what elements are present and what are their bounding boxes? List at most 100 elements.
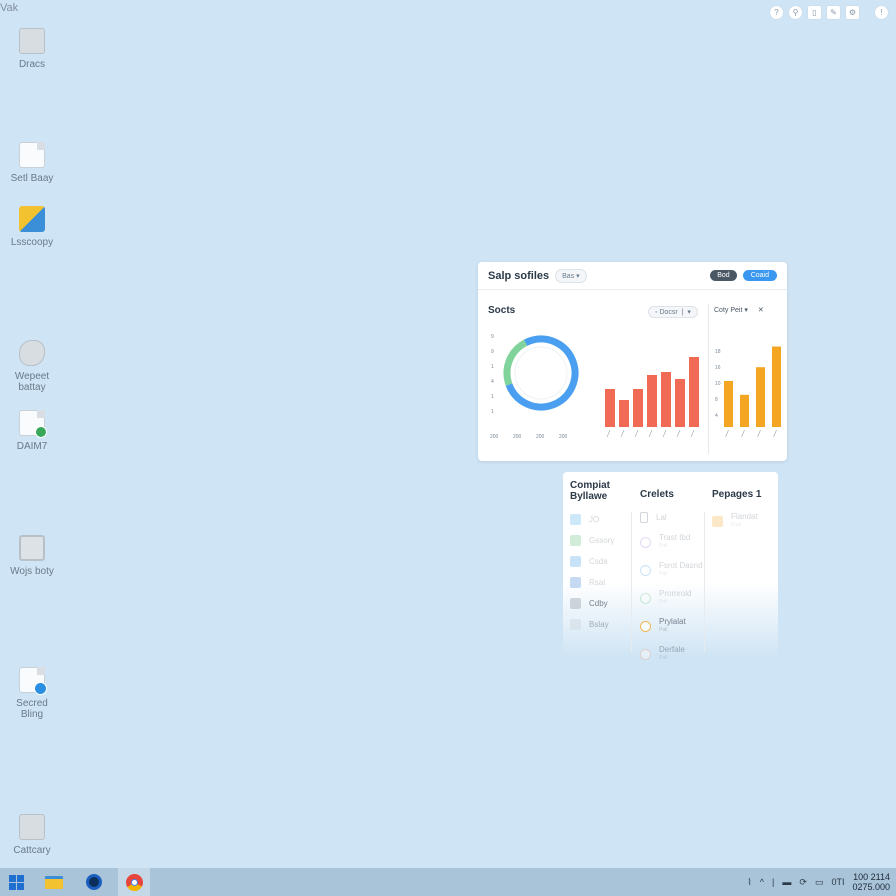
column-crelets: Crelets Lal Trast Ibd Pall Fsrot Dasnd Pafl P…	[640, 480, 703, 663]
bar	[605, 389, 615, 427]
column-title: Compiat Byllawe	[570, 480, 610, 502]
item-icon	[640, 648, 651, 660]
y-tick-label: 10	[715, 381, 721, 387]
browser-button[interactable]	[78, 868, 110, 896]
donut-inner-ring	[514, 346, 568, 400]
x-tick-mark	[773, 429, 777, 438]
links-panel: Compiat Byllawe JO Gssory Csda Rsal Cdby Bsla…	[563, 472, 778, 661]
bar	[724, 381, 733, 427]
item-label: Cdby	[589, 599, 608, 608]
item-label: Bslay	[589, 620, 609, 629]
clock[interactable]: 100 2114 0275.000	[852, 872, 890, 892]
list-item[interactable]: Trast Ibd Pall	[640, 533, 703, 551]
y-tick-label: 16	[715, 365, 721, 371]
taskbar: ⌇ ^ | ▬ ⟳ ▭ 0TI 100 2114 0275.000	[0, 868, 896, 896]
title-dropdown[interactable]: Bas ▾	[555, 268, 587, 283]
chevron-up-icon[interactable]: ^	[760, 877, 764, 887]
item-label: Derfale Pall	[659, 645, 685, 661]
desktop-icon[interactable]: Secred Bling	[4, 667, 60, 720]
y-tick-label: 4	[715, 413, 718, 419]
desktop-icon[interactable]: Cattcary	[4, 814, 60, 856]
column-title: Crelets	[640, 489, 674, 500]
settings-icon	[19, 535, 45, 561]
browser-icon	[86, 874, 102, 890]
tray-status-text: 0TI	[831, 877, 845, 887]
list-item[interactable]: Csda	[570, 556, 630, 567]
bar	[675, 379, 685, 427]
file-explorer-button[interactable]	[38, 868, 70, 896]
y-tick-label: 4	[491, 379, 494, 385]
right-filter-dropdown[interactable]: Coty Peit ▾	[714, 306, 748, 314]
item-label: Fsrot Dasnd Pafl	[659, 561, 703, 577]
start-button[interactable]	[0, 868, 32, 896]
help-icon[interactable]: ?	[770, 6, 783, 19]
chrome-icon	[125, 873, 143, 891]
item-sublabel: Pafl	[659, 571, 668, 577]
list-item[interactable]: Fsrot Dasnd Pafl	[640, 561, 703, 579]
list-item[interactable]: Promrold Pall	[640, 589, 703, 607]
x-tick-label: 200	[513, 434, 522, 440]
close-icon[interactable]: ✕	[758, 306, 764, 314]
desktop-icon[interactable]: Dracs	[4, 28, 60, 70]
item-label: Promrold Pall	[659, 589, 692, 605]
list-item[interactable]: Lal	[640, 512, 703, 523]
list-item[interactable]: Gssory	[570, 535, 630, 546]
list-item[interactable]: JO	[570, 514, 630, 525]
document-icon	[19, 28, 45, 54]
x-tick-mark	[725, 429, 729, 438]
section-filter-dropdown[interactable]: ◦ Docsr | ▾	[648, 306, 698, 318]
desktop-icon[interactable]: Setl Baay	[4, 142, 60, 184]
list-item[interactable]: Derfale Pall	[640, 645, 703, 663]
primary-button[interactable]: Coaid	[742, 270, 777, 281]
file-icon	[19, 814, 45, 840]
donut-slice	[503, 335, 579, 411]
x-tick-mark	[606, 429, 611, 438]
item-label: Rsal	[589, 578, 606, 587]
desktop-icon-label: DAIM7	[16, 441, 48, 452]
item-sublabel: Pall	[659, 543, 668, 549]
column-pepages: Pepages 1 Flandat Pual	[712, 480, 761, 530]
item-label: JO	[589, 515, 600, 524]
system-tray: ⌇ ^ | ▬ ⟳ ▭ 0TI 100 2114 0275.000	[747, 872, 896, 892]
desktop-icon[interactable]: DAIM7	[4, 410, 60, 452]
bar	[619, 400, 629, 427]
desktop-icon[interactable]: Wepeet battay	[4, 340, 60, 393]
item-icon	[570, 598, 581, 609]
list-item[interactable]: Rsal	[570, 577, 630, 588]
y-tick-label: 18	[715, 349, 721, 355]
list-item[interactable]: Cdby	[570, 598, 630, 609]
bar	[772, 346, 781, 427]
chrome-button[interactable]	[118, 868, 150, 896]
separator-icon: |	[772, 877, 775, 887]
list-item[interactable]: Flandat Pual	[712, 512, 761, 530]
item-sublabel: Pall	[659, 599, 668, 605]
list-item[interactable]: Bslay	[570, 619, 630, 630]
desktop-icon[interactable]: Lsscoopy	[4, 206, 60, 248]
item-icon	[570, 619, 581, 630]
settings-icon[interactable]: ⚙	[846, 6, 859, 19]
chat-icon[interactable]: ▬	[782, 877, 791, 887]
edit-icon[interactable]: ✎	[827, 6, 840, 19]
item-icon	[570, 514, 581, 525]
desktop-icon[interactable]: Wojs boty	[4, 535, 60, 577]
divider	[704, 512, 705, 652]
link-icon[interactable]: ⚲	[789, 6, 802, 19]
sync-icon[interactable]: ⟳	[799, 877, 807, 888]
desktop-corner-label: Vak	[0, 2, 19, 14]
item-label: Prylalat Pall	[659, 617, 686, 633]
battery-icon[interactable]: ▭	[815, 877, 824, 888]
item-icon	[570, 556, 581, 567]
item-sublabel: Pall	[659, 655, 668, 661]
item-icon	[640, 536, 651, 548]
network-icon[interactable]: ⌇	[747, 877, 751, 888]
app-icon	[19, 340, 45, 366]
secondary-button[interactable]: Bod	[710, 270, 737, 281]
list-item[interactable]: Prylalat Pall	[640, 617, 703, 635]
section-title: Socts	[488, 305, 516, 316]
x-tick-mark	[676, 429, 681, 438]
info-icon[interactable]: !	[875, 6, 888, 19]
item-sublabel: Pall	[659, 627, 668, 633]
x-tick-mark	[757, 429, 761, 438]
item-label: Trast Ibd Pall	[659, 533, 691, 549]
document-icon[interactable]: ▯	[808, 6, 821, 19]
